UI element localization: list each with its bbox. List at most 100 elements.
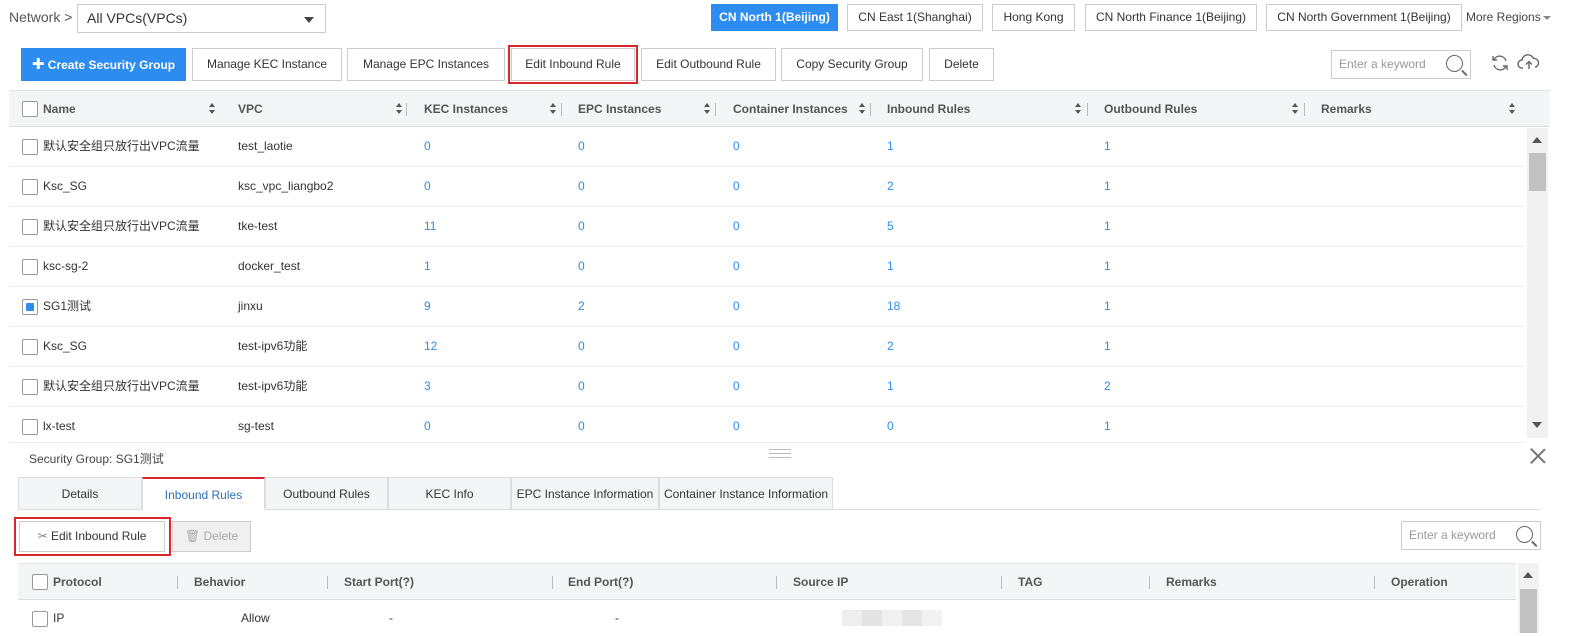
row-kec-count[interactable]: 0 [424, 407, 431, 447]
tab-epc-instance-information[interactable]: EPC Instance Information [511, 477, 659, 510]
close-icon[interactable] [1528, 446, 1548, 466]
edit-outbound-rule-button[interactable]: Edit Outbound Rule [641, 48, 776, 81]
row-container-count[interactable]: 0 [733, 407, 740, 447]
row-container-count[interactable]: 0 [733, 367, 740, 407]
row-epc-count[interactable]: 2 [578, 287, 585, 327]
row-inbound-count[interactable]: 2 [887, 167, 894, 207]
row-epc-count[interactable]: 0 [578, 167, 585, 207]
sort-icon[interactable] [550, 103, 556, 114]
tab-details[interactable]: Details [18, 477, 142, 510]
row-outbound-count[interactable]: 2 [1104, 367, 1111, 407]
sort-icon[interactable] [704, 103, 710, 114]
row-outbound-count[interactable]: 1 [1104, 247, 1111, 287]
region-cn-north-1[interactable]: CN North 1(Beijing) [711, 4, 838, 31]
tab-inbound-rules[interactable]: Inbound Rules [142, 477, 265, 510]
row-epc-count[interactable]: 0 [578, 367, 585, 407]
delete-button[interactable]: Delete [929, 48, 994, 81]
region-hong-kong[interactable]: Hong Kong [992, 4, 1075, 31]
row-kec-count[interactable]: 1 [424, 247, 431, 287]
region-cn-east-1[interactable]: CN East 1(Shanghai) [847, 4, 983, 31]
row-container-count[interactable]: 0 [733, 167, 740, 207]
sort-icon[interactable] [1509, 103, 1515, 114]
copy-security-group-button[interactable]: Copy Security Group [781, 48, 923, 81]
row-inbound-count[interactable]: 18 [887, 287, 900, 327]
table-scrollbar[interactable] [1527, 128, 1548, 438]
sort-icon[interactable] [1292, 103, 1298, 114]
tab-container-instance-information[interactable]: Container Instance Information [659, 477, 833, 510]
sort-icon[interactable] [209, 103, 215, 114]
row-inbound-count[interactable]: 1 [887, 247, 894, 287]
row-container-count[interactable]: 0 [733, 247, 740, 287]
table-row[interactable]: Ksc_SG ksc_vpc_liangbo2 0 0 0 2 1 [9, 167, 1525, 207]
row-checkbox[interactable] [22, 219, 38, 235]
scroll-down-icon[interactable] [1532, 422, 1542, 428]
select-all-rules-checkbox[interactable] [32, 574, 48, 590]
row-container-count[interactable]: 0 [733, 127, 740, 167]
row-kec-count[interactable]: 11 [424, 207, 436, 247]
row-outbound-count[interactable]: 1 [1104, 207, 1111, 247]
row-outbound-count[interactable]: 1 [1104, 287, 1111, 327]
delete-rule-button[interactable]: 🗑 Delete [172, 521, 251, 552]
row-epc-count[interactable]: 0 [578, 207, 585, 247]
resize-handle-icon[interactable] [769, 449, 791, 460]
rules-scrollbar[interactable] [1518, 563, 1539, 633]
row-outbound-count[interactable]: 1 [1104, 407, 1111, 447]
search-icon[interactable] [1446, 55, 1463, 72]
tab-kec-info[interactable]: KEC Info [388, 477, 511, 510]
row-epc-count[interactable]: 0 [578, 247, 585, 287]
row-checkbox[interactable] [22, 419, 38, 435]
col-name[interactable]: Name [43, 91, 76, 128]
row-kec-count[interactable]: 0 [424, 127, 431, 167]
col-remarks[interactable]: Remarks [1321, 91, 1372, 128]
table-row[interactable]: SG1测试 jinxu 9 2 0 18 1 [9, 287, 1525, 327]
scroll-up-icon[interactable] [1532, 137, 1542, 143]
row-checkbox[interactable] [22, 259, 38, 275]
row-container-count[interactable]: 0 [733, 327, 740, 367]
col-outbound-rules[interactable]: Outbound Rules [1104, 91, 1197, 128]
row-inbound-count[interactable]: 0 [887, 407, 894, 447]
row-kec-count[interactable]: 0 [424, 167, 431, 207]
row-epc-count[interactable]: 0 [578, 127, 585, 167]
manage-kec-instance-button[interactable]: Manage KEC Instance [192, 48, 342, 81]
row-checkbox[interactable] [22, 379, 38, 395]
sort-icon[interactable] [1075, 103, 1081, 114]
rule-row[interactable]: IP Allow - - [18, 600, 1516, 633]
tab-outbound-rules[interactable]: Outbound Rules [265, 477, 388, 510]
col-vpc[interactable]: VPC [238, 91, 263, 128]
sort-icon[interactable] [396, 103, 402, 114]
scrollbar-thumb[interactable] [1529, 153, 1546, 191]
row-inbound-count[interactable]: 5 [887, 207, 894, 247]
row-outbound-count[interactable]: 1 [1104, 167, 1111, 207]
col-inbound-rules[interactable]: Inbound Rules [887, 91, 970, 128]
row-checkbox[interactable] [22, 139, 38, 155]
rule-search-input[interactable]: Enter a keyword [1401, 521, 1541, 550]
select-all-checkbox[interactable] [22, 101, 38, 117]
row-kec-count[interactable]: 12 [424, 327, 437, 367]
region-cn-north-finance[interactable]: CN North Finance 1(Beijing) [1085, 4, 1257, 31]
row-kec-count[interactable]: 3 [424, 367, 431, 407]
rule-row-checkbox[interactable] [32, 611, 48, 627]
table-row[interactable]: 默认安全组只放行出VPC流量 test-ipv6功能 3 0 0 1 2 [9, 367, 1525, 407]
row-outbound-count[interactable]: 1 [1104, 327, 1111, 367]
row-container-count[interactable]: 0 [733, 287, 740, 327]
scrollbar-thumb[interactable] [1520, 589, 1537, 633]
row-checkbox[interactable] [22, 179, 38, 195]
row-inbound-count[interactable]: 1 [887, 367, 894, 407]
scroll-up-icon[interactable] [1523, 572, 1533, 578]
col-kec-instances[interactable]: KEC Instances [424, 91, 508, 128]
col-epc-instances[interactable]: EPC Instances [578, 91, 661, 128]
col-container-instances[interactable]: Container Instances [733, 91, 848, 128]
search-input[interactable]: Enter a keyword [1331, 50, 1471, 79]
search-icon[interactable] [1516, 526, 1533, 543]
sort-icon[interactable] [859, 103, 865, 114]
table-row[interactable]: 默认安全组只放行出VPC流量 tke-test 11 0 0 5 1 [9, 207, 1525, 247]
row-container-count[interactable]: 0 [733, 207, 740, 247]
manage-epc-instances-button[interactable]: Manage EPC Instances [347, 48, 505, 81]
export-cloud-icon[interactable] [1517, 52, 1541, 72]
create-security-group-button[interactable]: ✚ Create Security Group [21, 48, 186, 81]
region-cn-north-government[interactable]: CN North Government 1(Beijing) [1266, 4, 1462, 31]
row-checkbox[interactable] [22, 299, 38, 315]
row-epc-count[interactable]: 0 [578, 407, 585, 447]
row-checkbox[interactable] [22, 339, 38, 355]
row-outbound-count[interactable]: 1 [1104, 127, 1111, 167]
